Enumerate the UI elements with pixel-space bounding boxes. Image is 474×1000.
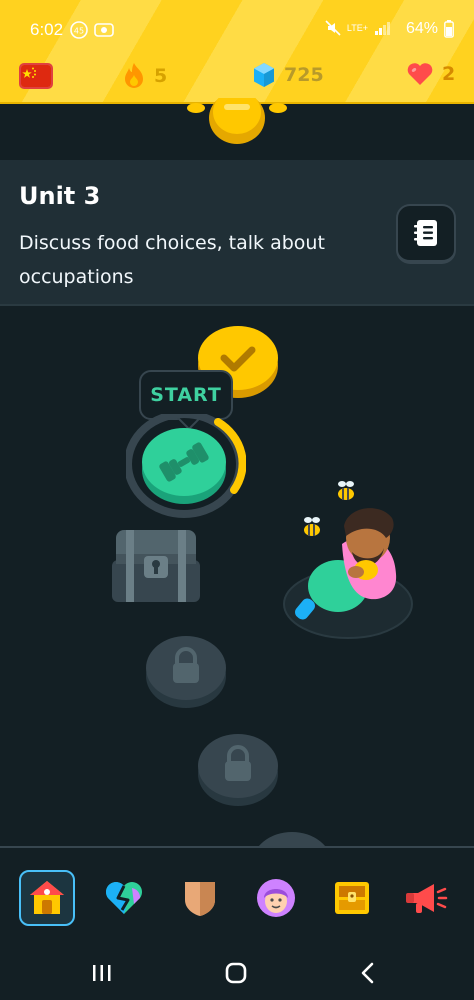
language-flag-button[interactable] xyxy=(19,63,53,89)
mute-icon xyxy=(325,20,341,36)
bee-icon xyxy=(304,517,320,536)
network-type-label: LTE+ xyxy=(346,23,368,33)
profile-icon xyxy=(257,879,295,917)
leaderboard-shield-icon xyxy=(185,882,215,916)
nav-home[interactable] xyxy=(19,870,75,926)
locked-lesson-node[interactable] xyxy=(196,732,280,808)
battery-percent: 64% xyxy=(405,20,438,37)
status-notification-icons: 45 xyxy=(70,21,114,39)
battery-icon xyxy=(444,20,454,38)
quests-chest-icon xyxy=(335,882,369,914)
start-tooltip[interactable]: START xyxy=(139,370,233,420)
back-icon xyxy=(361,962,374,984)
fire-icon xyxy=(125,63,143,88)
recents-icon xyxy=(93,965,111,981)
stats-row: 5 725 2 xyxy=(0,58,474,98)
hearts-counter[interactable]: 2 xyxy=(406,62,455,86)
system-home-button[interactable] xyxy=(216,958,256,988)
guidebook-button[interactable] xyxy=(396,204,456,264)
notification-badge-icon: 45 xyxy=(70,21,88,39)
start-label: START xyxy=(150,384,222,406)
gem-icon xyxy=(254,63,274,87)
treasure-chest-icon[interactable] xyxy=(108,526,204,606)
status-system-icons: LTE+ xyxy=(325,20,392,36)
china-flag-icon xyxy=(21,65,51,87)
nav-quests[interactable] xyxy=(324,870,380,926)
character-illustration xyxy=(283,481,413,639)
gem-count: 725 xyxy=(284,64,324,86)
signal-icon xyxy=(375,22,390,35)
battery-indicator: 64% xyxy=(406,20,454,38)
news-megaphone-icon xyxy=(406,884,448,913)
bee-icon xyxy=(338,481,354,500)
svg-text:45: 45 xyxy=(74,27,84,36)
nav-profile[interactable] xyxy=(248,870,304,926)
unit-description: Discuss food choices, talk about occupat… xyxy=(19,232,325,288)
home-button-icon xyxy=(225,962,247,984)
home-icon xyxy=(30,881,64,914)
locked-lesson-node[interactable] xyxy=(144,634,228,710)
nav-news[interactable] xyxy=(398,870,454,926)
nav-practice[interactable] xyxy=(96,870,152,926)
streak-counter[interactable]: 5 xyxy=(122,62,167,90)
locked-lesson-node-partial[interactable] xyxy=(250,830,334,846)
guidebook-icon xyxy=(414,220,437,246)
current-lesson-node[interactable] xyxy=(126,414,246,518)
status-time: 6:02 xyxy=(30,20,64,39)
unit-banner: Unit 3 Discuss food choices, talk about … xyxy=(0,160,474,306)
top-header: 6:02 45 LTE+ 64% 5 725 2 xyxy=(0,0,474,104)
trophy-icon[interactable] xyxy=(182,98,292,146)
gems-counter[interactable]: 725 xyxy=(252,62,324,88)
bottom-nav xyxy=(0,846,474,948)
streak-count: 5 xyxy=(154,65,168,87)
recents-button[interactable] xyxy=(82,958,122,988)
status-bar: 6:02 45 LTE+ 64% xyxy=(0,0,474,58)
practice-heart-icon xyxy=(106,882,142,914)
heart-icon xyxy=(407,63,433,85)
app-notification-icon xyxy=(94,23,114,37)
system-back-button[interactable] xyxy=(348,958,388,988)
system-nav-bar xyxy=(0,948,474,1000)
nav-leaderboard[interactable] xyxy=(172,870,228,926)
unit-title: Unit 3 xyxy=(19,182,101,210)
heart-count: 2 xyxy=(442,63,456,85)
